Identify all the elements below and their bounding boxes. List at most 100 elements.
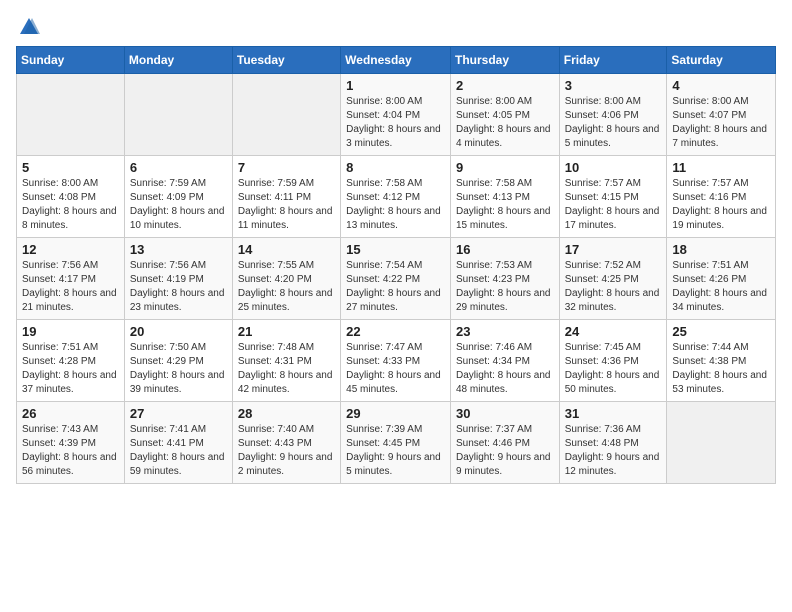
calendar-cell bbox=[124, 74, 232, 156]
day-info: Sunrise: 7:41 AM Sunset: 4:41 PM Dayligh… bbox=[130, 423, 227, 479]
day-number: 4 bbox=[672, 78, 770, 93]
calendar-cell: 10Sunrise: 7:57 AM Sunset: 4:15 PM Dayli… bbox=[559, 156, 667, 238]
calendar-cell: 31Sunrise: 7:36 AM Sunset: 4:48 PM Dayli… bbox=[559, 402, 667, 484]
day-info: Sunrise: 7:40 AM Sunset: 4:43 PM Dayligh… bbox=[238, 423, 335, 479]
day-info: Sunrise: 7:57 AM Sunset: 4:16 PM Dayligh… bbox=[672, 177, 770, 233]
weekday-header-wednesday: Wednesday bbox=[341, 47, 451, 74]
day-info: Sunrise: 7:56 AM Sunset: 4:19 PM Dayligh… bbox=[130, 259, 227, 315]
day-number: 11 bbox=[672, 160, 770, 175]
day-number: 7 bbox=[238, 160, 335, 175]
day-info: Sunrise: 7:37 AM Sunset: 4:46 PM Dayligh… bbox=[456, 423, 554, 479]
day-info: Sunrise: 7:55 AM Sunset: 4:20 PM Dayligh… bbox=[238, 259, 335, 315]
weekday-header-tuesday: Tuesday bbox=[232, 47, 340, 74]
calendar-cell: 30 Sunrise: 7:37 AM Sunset: 4:46 PM Dayli… bbox=[450, 402, 559, 484]
day-info: Sunrise: 8:00 AM Sunset: 4:04 PM Dayligh… bbox=[346, 95, 445, 151]
calendar-cell: 7 Sunrise: 7:59 AM Sunset: 4:11 PM Daylig… bbox=[232, 156, 340, 238]
day-info: Sunrise: 7:47 AM Sunset: 4:33 PM Dayligh… bbox=[346, 341, 445, 397]
day-number: 14 bbox=[238, 242, 335, 257]
calendar-cell: 22 Sunrise: 7:47 AM Sunset: 4:33 PM Dayli… bbox=[341, 320, 451, 402]
weekday-header-thursday: Thursday bbox=[450, 47, 559, 74]
calendar-cell: 18 Sunrise: 7:51 AM Sunset: 4:26 PM Dayli… bbox=[667, 238, 776, 320]
day-info: Sunrise: 7:44 AM Sunset: 4:38 PM Dayligh… bbox=[672, 341, 770, 397]
day-info: Sunrise: 7:43 AM Sunset: 4:39 PM Dayligh… bbox=[22, 423, 119, 479]
calendar-cell: 15 Sunrise: 7:54 AM Sunset: 4:22 PM Dayli… bbox=[341, 238, 451, 320]
calendar-cell: 12Sunrise: 7:56 AM Sunset: 4:17 PM Dayli… bbox=[17, 238, 125, 320]
day-info: Sunrise: 8:00 AM Sunset: 4:07 PM Dayligh… bbox=[672, 95, 770, 151]
calendar-cell: 21 Sunrise: 7:48 AM Sunset: 4:31 PM Dayli… bbox=[232, 320, 340, 402]
calendar-table: SundayMondayTuesdayWednesdayThursdayFrid… bbox=[16, 46, 776, 484]
day-info: Sunrise: 7:50 AM Sunset: 4:29 PM Dayligh… bbox=[130, 341, 227, 397]
day-number: 27 bbox=[130, 406, 227, 421]
day-number: 16 bbox=[456, 242, 554, 257]
calendar-cell: 2 Sunrise: 8:00 AM Sunset: 4:05 PM Daylig… bbox=[450, 74, 559, 156]
weekday-header-sunday: Sunday bbox=[17, 47, 125, 74]
day-info: Sunrise: 7:58 AM Sunset: 4:13 PM Dayligh… bbox=[456, 177, 554, 233]
calendar-cell: 23Sunrise: 7:46 AM Sunset: 4:34 PM Dayli… bbox=[450, 320, 559, 402]
calendar-cell: 24Sunrise: 7:45 AM Sunset: 4:36 PM Dayli… bbox=[559, 320, 667, 402]
page-header bbox=[16, 16, 776, 34]
day-number: 30 bbox=[456, 406, 554, 421]
day-number: 10 bbox=[565, 160, 662, 175]
day-info: Sunrise: 8:00 AM Sunset: 4:06 PM Dayligh… bbox=[565, 95, 662, 151]
logo bbox=[16, 16, 40, 34]
weekday-header-monday: Monday bbox=[124, 47, 232, 74]
day-info: Sunrise: 7:56 AM Sunset: 4:17 PM Dayligh… bbox=[22, 259, 119, 315]
calendar-cell bbox=[17, 74, 125, 156]
calendar-header: SundayMondayTuesdayWednesdayThursdayFrid… bbox=[17, 47, 776, 74]
day-number: 20 bbox=[130, 324, 227, 339]
weekday-header-saturday: Saturday bbox=[667, 47, 776, 74]
calendar-week-1: 1 Sunrise: 8:00 AM Sunset: 4:04 PM Daylig… bbox=[17, 74, 776, 156]
day-info: Sunrise: 7:48 AM Sunset: 4:31 PM Dayligh… bbox=[238, 341, 335, 397]
calendar-cell: 14 Sunrise: 7:55 AM Sunset: 4:20 PM Dayli… bbox=[232, 238, 340, 320]
calendar-cell: 27 Sunrise: 7:41 AM Sunset: 4:41 PM Dayli… bbox=[124, 402, 232, 484]
calendar-cell bbox=[232, 74, 340, 156]
calendar-body: 1 Sunrise: 8:00 AM Sunset: 4:04 PM Daylig… bbox=[17, 74, 776, 484]
day-info: Sunrise: 8:00 AM Sunset: 4:05 PM Dayligh… bbox=[456, 95, 554, 151]
calendar-cell: 19 Sunrise: 7:51 AM Sunset: 4:28 PM Dayli… bbox=[17, 320, 125, 402]
day-number: 1 bbox=[346, 78, 445, 93]
calendar-cell: 3 Sunrise: 8:00 AM Sunset: 4:06 PM Daylig… bbox=[559, 74, 667, 156]
day-number: 9 bbox=[456, 160, 554, 175]
calendar-cell: 29Sunrise: 7:39 AM Sunset: 4:45 PM Dayli… bbox=[341, 402, 451, 484]
day-number: 25 bbox=[672, 324, 770, 339]
calendar-cell: 25 Sunrise: 7:44 AM Sunset: 4:38 PM Dayli… bbox=[667, 320, 776, 402]
day-number: 15 bbox=[346, 242, 445, 257]
day-info: Sunrise: 7:51 AM Sunset: 4:28 PM Dayligh… bbox=[22, 341, 119, 397]
calendar-cell: 16 Sunrise: 7:53 AM Sunset: 4:23 PM Dayli… bbox=[450, 238, 559, 320]
day-info: Sunrise: 7:58 AM Sunset: 4:12 PM Dayligh… bbox=[346, 177, 445, 233]
weekday-row: SundayMondayTuesdayWednesdayThursdayFrid… bbox=[17, 47, 776, 74]
calendar-week-4: 19 Sunrise: 7:51 AM Sunset: 4:28 PM Dayli… bbox=[17, 320, 776, 402]
calendar-cell: 5 Sunrise: 8:00 AM Sunset: 4:08 PM Daylig… bbox=[17, 156, 125, 238]
day-number: 19 bbox=[22, 324, 119, 339]
day-number: 2 bbox=[456, 78, 554, 93]
day-number: 28 bbox=[238, 406, 335, 421]
day-info: Sunrise: 7:36 AM Sunset: 4:48 PM Dayligh… bbox=[565, 423, 662, 479]
day-info: Sunrise: 7:53 AM Sunset: 4:23 PM Dayligh… bbox=[456, 259, 554, 315]
calendar-cell: 4 Sunrise: 8:00 AM Sunset: 4:07 PM Daylig… bbox=[667, 74, 776, 156]
day-number: 29 bbox=[346, 406, 445, 421]
calendar-cell: 11 Sunrise: 7:57 AM Sunset: 4:16 PM Dayli… bbox=[667, 156, 776, 238]
calendar-cell: 9 Sunrise: 7:58 AM Sunset: 4:13 PM Daylig… bbox=[450, 156, 559, 238]
day-number: 22 bbox=[346, 324, 445, 339]
day-info: Sunrise: 7:52 AM Sunset: 4:25 PM Dayligh… bbox=[565, 259, 662, 315]
calendar-cell: 8 Sunrise: 7:58 AM Sunset: 4:12 PM Daylig… bbox=[341, 156, 451, 238]
day-number: 6 bbox=[130, 160, 227, 175]
calendar-cell: 26Sunrise: 7:43 AM Sunset: 4:39 PM Dayli… bbox=[17, 402, 125, 484]
day-number: 5 bbox=[22, 160, 119, 175]
day-number: 3 bbox=[565, 78, 662, 93]
day-number: 21 bbox=[238, 324, 335, 339]
calendar-cell: 20 Sunrise: 7:50 AM Sunset: 4:29 PM Dayli… bbox=[124, 320, 232, 402]
calendar-week-2: 5 Sunrise: 8:00 AM Sunset: 4:08 PM Daylig… bbox=[17, 156, 776, 238]
day-number: 8 bbox=[346, 160, 445, 175]
day-info: Sunrise: 8:00 AM Sunset: 4:08 PM Dayligh… bbox=[22, 177, 119, 233]
day-info: Sunrise: 7:54 AM Sunset: 4:22 PM Dayligh… bbox=[346, 259, 445, 315]
day-number: 18 bbox=[672, 242, 770, 257]
day-number: 17 bbox=[565, 242, 662, 257]
day-info: Sunrise: 7:51 AM Sunset: 4:26 PM Dayligh… bbox=[672, 259, 770, 315]
logo-icon bbox=[18, 16, 40, 38]
day-info: Sunrise: 7:59 AM Sunset: 4:09 PM Dayligh… bbox=[130, 177, 227, 233]
calendar-cell: 13Sunrise: 7:56 AM Sunset: 4:19 PM Dayli… bbox=[124, 238, 232, 320]
calendar-cell: 28 Sunrise: 7:40 AM Sunset: 4:43 PM Dayli… bbox=[232, 402, 340, 484]
day-info: Sunrise: 7:59 AM Sunset: 4:11 PM Dayligh… bbox=[238, 177, 335, 233]
weekday-header-friday: Friday bbox=[559, 47, 667, 74]
